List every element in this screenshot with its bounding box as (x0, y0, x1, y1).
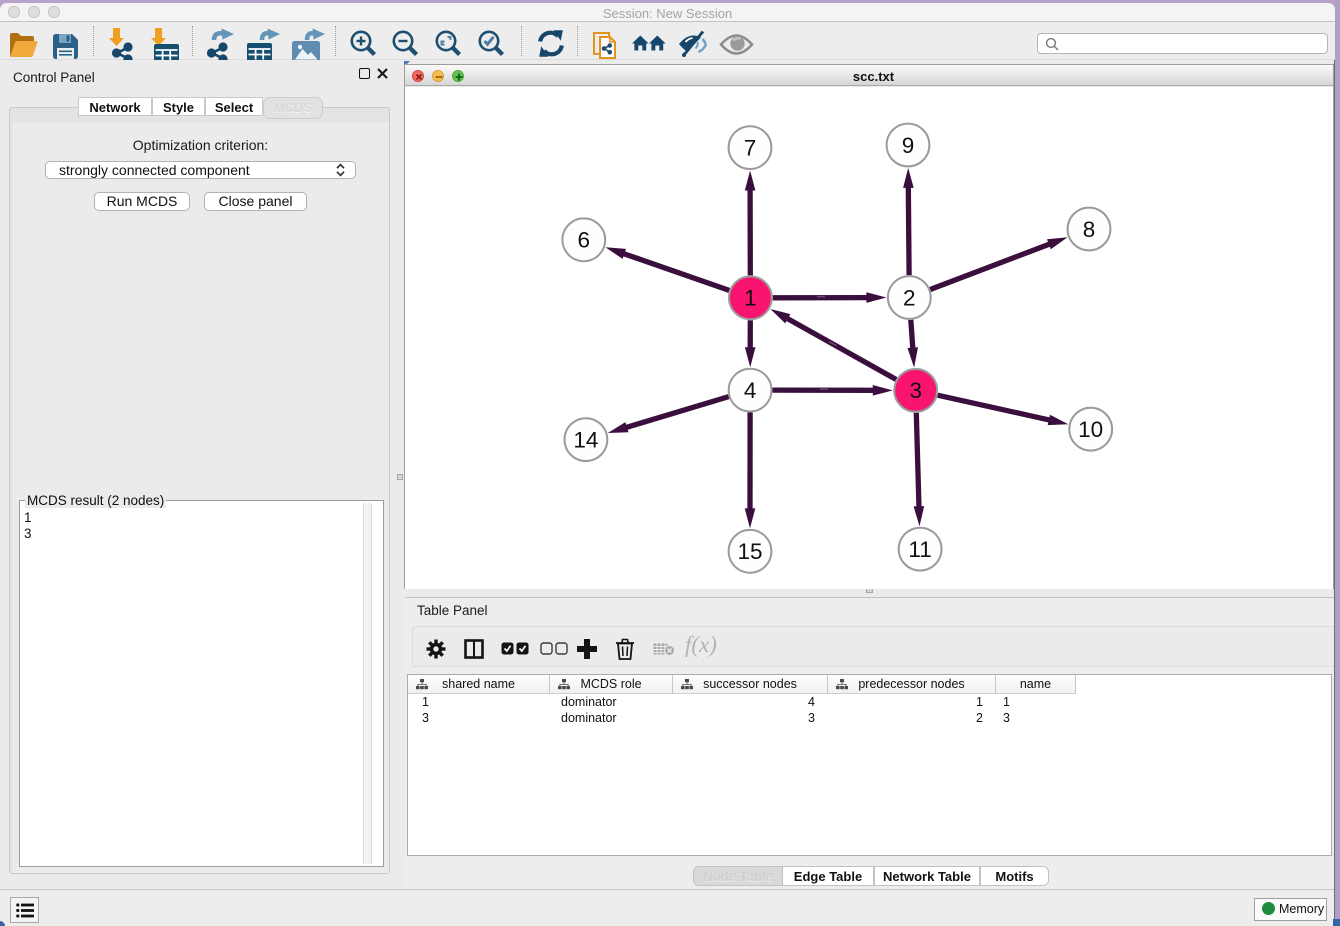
svg-text:10: 10 (1078, 417, 1103, 442)
svg-text:7: 7 (744, 135, 757, 160)
svg-text:4: 4 (744, 378, 757, 403)
svg-text:6: 6 (578, 228, 591, 253)
svg-text:8: 8 (1083, 217, 1096, 242)
svg-text:11: 11 (908, 537, 931, 562)
svg-text:3: 3 (909, 378, 922, 403)
svg-text:15: 15 (737, 539, 762, 564)
svg-text:9: 9 (902, 133, 915, 158)
svg-text:2: 2 (903, 285, 916, 310)
svg-text:14: 14 (573, 427, 598, 452)
svg-text:1: 1 (744, 286, 757, 311)
